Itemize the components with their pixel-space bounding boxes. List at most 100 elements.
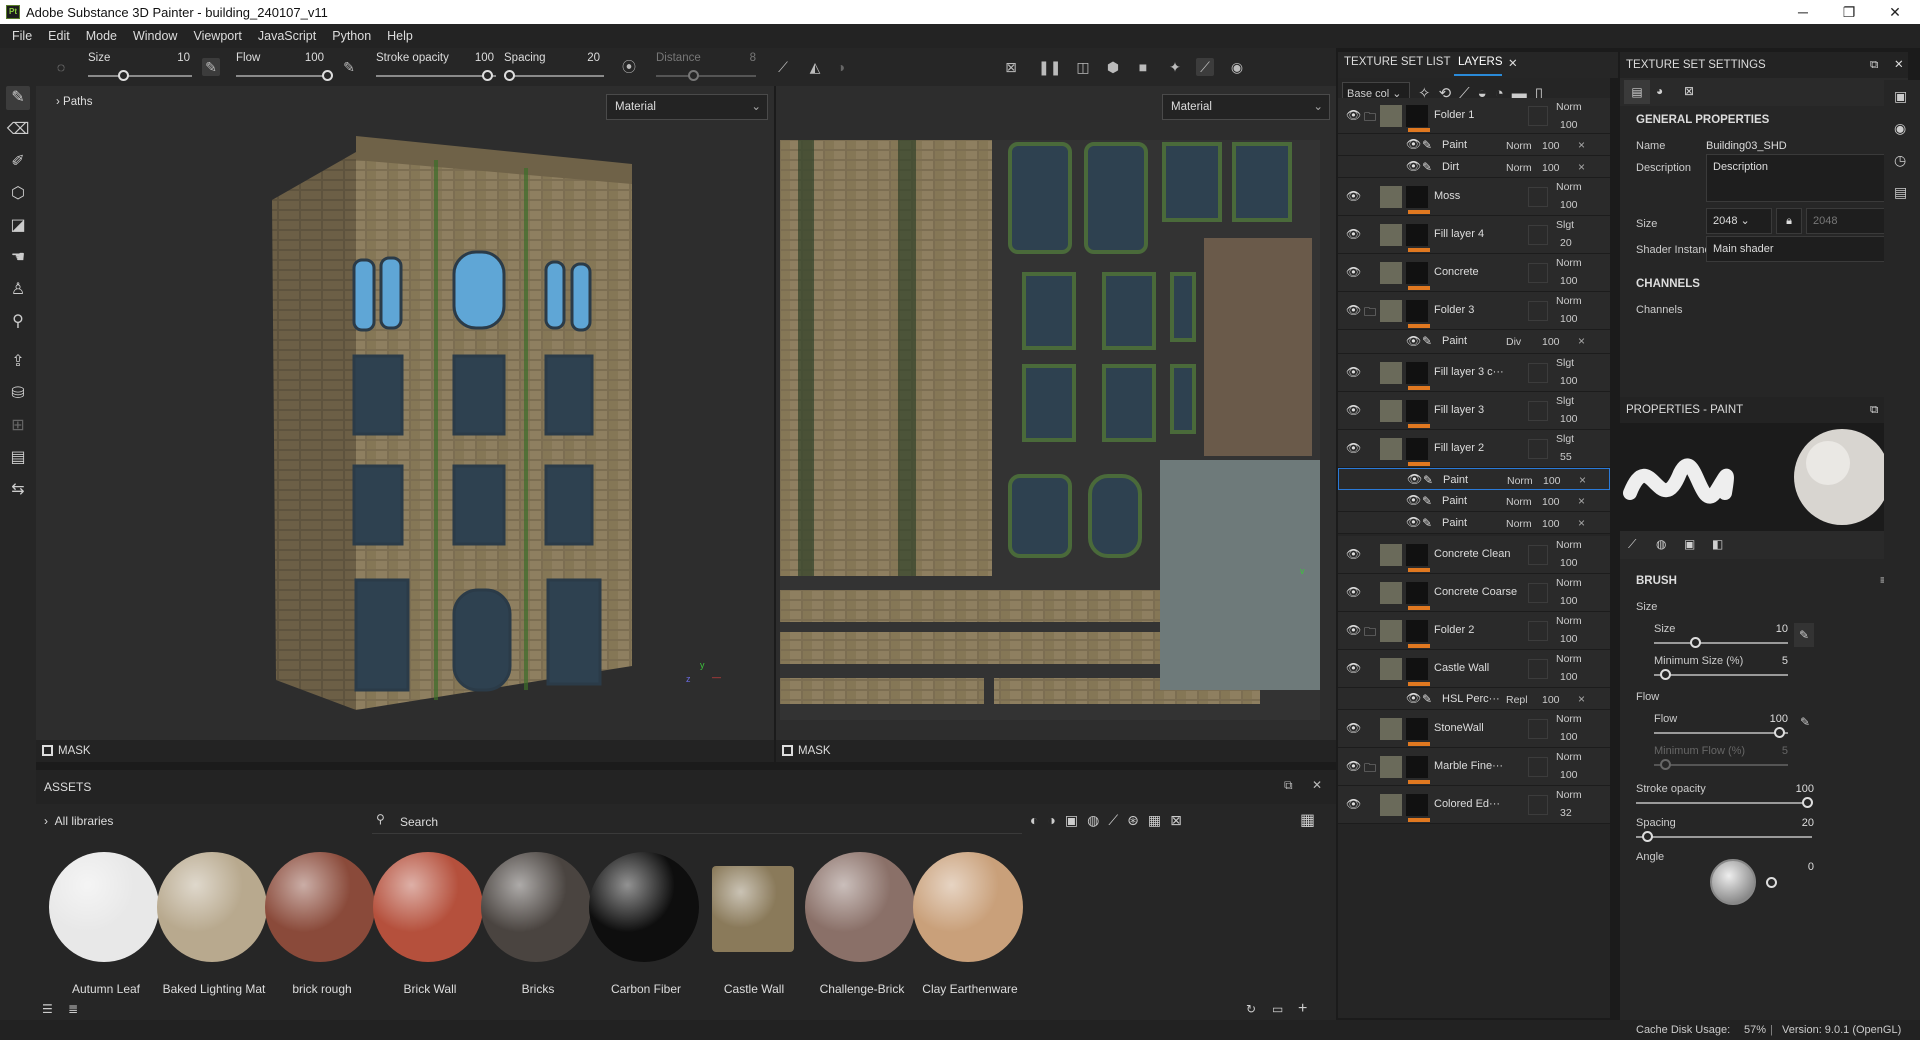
mask-thumbnail[interactable] xyxy=(1406,105,1428,127)
paint-mode-icon[interactable]: ⟋ xyxy=(1196,58,1214,76)
viewport-3d-channel-dropdown[interactable]: Material ⌄ xyxy=(606,94,768,120)
menu-python[interactable]: Python xyxy=(332,29,371,43)
visibility-eye-icon[interactable]: 👁︎ xyxy=(1346,623,1362,637)
effect-row[interactable]: 👁︎ ✎ Paint Norm 100 × xyxy=(1338,490,1610,512)
spacing-slider-knob[interactable] xyxy=(504,70,515,81)
layer-row[interactable]: 👁︎ Fill layer 3 c··· Slgt 100 xyxy=(1338,354,1610,392)
opacity-value[interactable]: 100 xyxy=(1543,475,1561,487)
asset-item[interactable]: Challenge-Brick xyxy=(798,852,916,996)
layer-row[interactable]: 👁︎ Colored Ed··· Norm 32 xyxy=(1338,786,1610,824)
remove-effect-icon[interactable]: × xyxy=(1578,138,1585,152)
opacity-value[interactable]: 100 xyxy=(1542,336,1560,348)
shader-instance-dropdown[interactable]: Main shader xyxy=(1706,236,1902,262)
visibility-eye-icon[interactable]: 👁︎ xyxy=(1346,189,1362,203)
layer-row[interactable]: 👁︎ Concrete Norm 100 xyxy=(1338,254,1610,292)
add-asset-icon[interactable]: + xyxy=(1298,1000,1307,1018)
layer-row[interactable]: 👁︎ StoneWall Norm 100 xyxy=(1338,710,1610,748)
visibility-eye-icon[interactable]: 👁︎ xyxy=(1346,797,1362,811)
eraser-icon[interactable]: ⌫ xyxy=(6,118,30,142)
size-slider[interactable] xyxy=(88,75,192,77)
menu-edit[interactable]: Edit xyxy=(48,29,70,43)
iray-icon[interactable]: ✦ xyxy=(1166,58,1184,76)
minimize-button[interactable]: ─ xyxy=(1780,0,1826,24)
alpha-tab-icon[interactable]: ▣ xyxy=(1684,537,1695,551)
menu-help[interactable]: Help xyxy=(387,29,413,43)
blend-mode[interactable]: Slgt xyxy=(1556,219,1574,231)
blend-mode[interactable]: Norm xyxy=(1507,475,1533,487)
remove-effect-icon[interactable]: × xyxy=(1579,473,1586,487)
name-value[interactable]: Building03_SHD xyxy=(1706,140,1787,152)
mask-thumbnail[interactable] xyxy=(1406,756,1428,778)
remove-effect-icon[interactable]: × xyxy=(1578,334,1585,348)
layer-opacity-box[interactable] xyxy=(1528,719,1548,739)
flow-pen-pressure-icon[interactable]: ✎ xyxy=(340,58,358,76)
opacity-value[interactable]: 100 xyxy=(1560,633,1578,645)
close-button[interactable]: ✕ xyxy=(1872,0,1918,24)
angle-value[interactable]: 0 xyxy=(1784,861,1814,873)
asset-search-field[interactable]: ⚲ Search xyxy=(372,810,1022,834)
opacity-value[interactable]: 100 xyxy=(1560,557,1578,569)
blend-mode[interactable]: Norm xyxy=(1506,162,1532,174)
polygon-fill-icon[interactable]: ◪ xyxy=(6,214,30,238)
mask-thumbnail[interactable] xyxy=(1406,224,1428,246)
visibility-eye-icon[interactable]: 👁︎ xyxy=(1346,547,1362,561)
opacity-value[interactable]: 100 xyxy=(1542,518,1560,530)
visibility-eye-icon[interactable]: 👁︎ xyxy=(1346,759,1362,773)
close-panel-icon[interactable]: ✕ xyxy=(1894,52,1904,78)
mask-thumbnail[interactable] xyxy=(1406,186,1428,208)
visibility-eye-icon[interactable]: 👁︎ xyxy=(1346,365,1362,379)
material-tab-icon[interactable]: ◍ xyxy=(1656,537,1666,551)
visibility-eye-icon[interactable]: 👁︎ xyxy=(1407,472,1423,486)
layer-opacity-box[interactable] xyxy=(1528,225,1548,245)
tab-layers[interactable]: LAYERS xyxy=(1458,56,1503,68)
effect-row[interactable]: 👁︎ ✎ Paint Norm 100 × xyxy=(1338,468,1610,490)
shader-settings-icon[interactable]: ◉ xyxy=(1894,120,1906,137)
viewport-2d-channel-dropdown[interactable]: Material ⌄ xyxy=(1162,94,1330,120)
close-panel-icon[interactable]: ✕ xyxy=(1312,778,1322,792)
visibility-eye-icon[interactable]: 👁︎ xyxy=(1346,108,1362,122)
layer-opacity-box[interactable] xyxy=(1528,106,1548,126)
close-tab-icon[interactable]: ✕ xyxy=(1508,56,1518,70)
visibility-eye-icon[interactable]: 👁︎ xyxy=(1406,515,1422,529)
layer-row[interactable]: 👁︎ Concrete Clean Norm 100 xyxy=(1338,536,1610,574)
opacity-value[interactable]: 20 xyxy=(1560,237,1572,249)
mask-checkbox-2d[interactable] xyxy=(782,745,793,756)
size-slider-knob[interactable] xyxy=(118,70,129,81)
symmetry-options-icon[interactable]: ◑ xyxy=(832,58,850,76)
effect-row[interactable]: 👁︎ ✎ Paint Norm 100 × xyxy=(1338,134,1610,156)
folder-icon[interactable]: ▭ xyxy=(1272,1002,1283,1016)
stroke-opacity-knob[interactable] xyxy=(482,70,493,81)
asset-item[interactable]: Carbon Fiber xyxy=(582,852,700,996)
size-value[interactable]: 10 xyxy=(166,52,190,64)
layer-row[interactable]: 👁︎ Moss Norm 100 xyxy=(1338,178,1610,216)
layer-opacity-box[interactable] xyxy=(1528,757,1548,777)
size-slider[interactable] xyxy=(1654,642,1788,644)
history-icon[interactable]: ◷ xyxy=(1894,152,1906,169)
visibility-eye-icon[interactable]: 👁︎ xyxy=(1346,721,1362,735)
symmetry-icon[interactable]: ◭ xyxy=(806,58,824,76)
blend-mode[interactable]: Norm xyxy=(1556,751,1582,763)
size-dropdown[interactable]: 2048 ⌄ xyxy=(1706,208,1772,234)
remove-effect-icon[interactable]: × xyxy=(1578,494,1585,508)
effect-row[interactable]: 👁︎ ✎ Paint Norm 100 × xyxy=(1338,512,1610,534)
asset-item[interactable]: Bricks xyxy=(474,852,592,996)
opacity-value[interactable]: 100 xyxy=(1542,496,1560,508)
menu-javascript[interactable]: JavaScript xyxy=(258,29,316,43)
stroke-opacity-slider[interactable] xyxy=(376,75,496,77)
opacity-value[interactable]: 100 xyxy=(1560,119,1578,131)
asset-item[interactable]: Brick Wall xyxy=(366,852,484,996)
blend-mode[interactable]: Norm xyxy=(1506,140,1532,152)
blend-mode[interactable]: Slgt xyxy=(1556,357,1574,369)
list-view-icon[interactable]: ☰ xyxy=(42,1002,53,1016)
filter-list-icon[interactable]: ≣ xyxy=(68,1002,78,1016)
layer-opacity-box[interactable] xyxy=(1528,187,1548,207)
visibility-eye-icon[interactable]: 👁︎ xyxy=(1346,265,1362,279)
mask-thumbnail[interactable] xyxy=(1406,620,1428,642)
blend-mode[interactable]: Norm xyxy=(1556,181,1582,193)
mask-thumbnail[interactable] xyxy=(1406,300,1428,322)
mask-thumbnail[interactable] xyxy=(1406,362,1428,384)
size-value[interactable]: 10 xyxy=(1758,623,1788,635)
mesh-map-tab-icon[interactable]: ⊠ xyxy=(1684,84,1694,98)
mask-thumbnail[interactable] xyxy=(1406,438,1428,460)
spacing-slider[interactable] xyxy=(1636,836,1812,838)
